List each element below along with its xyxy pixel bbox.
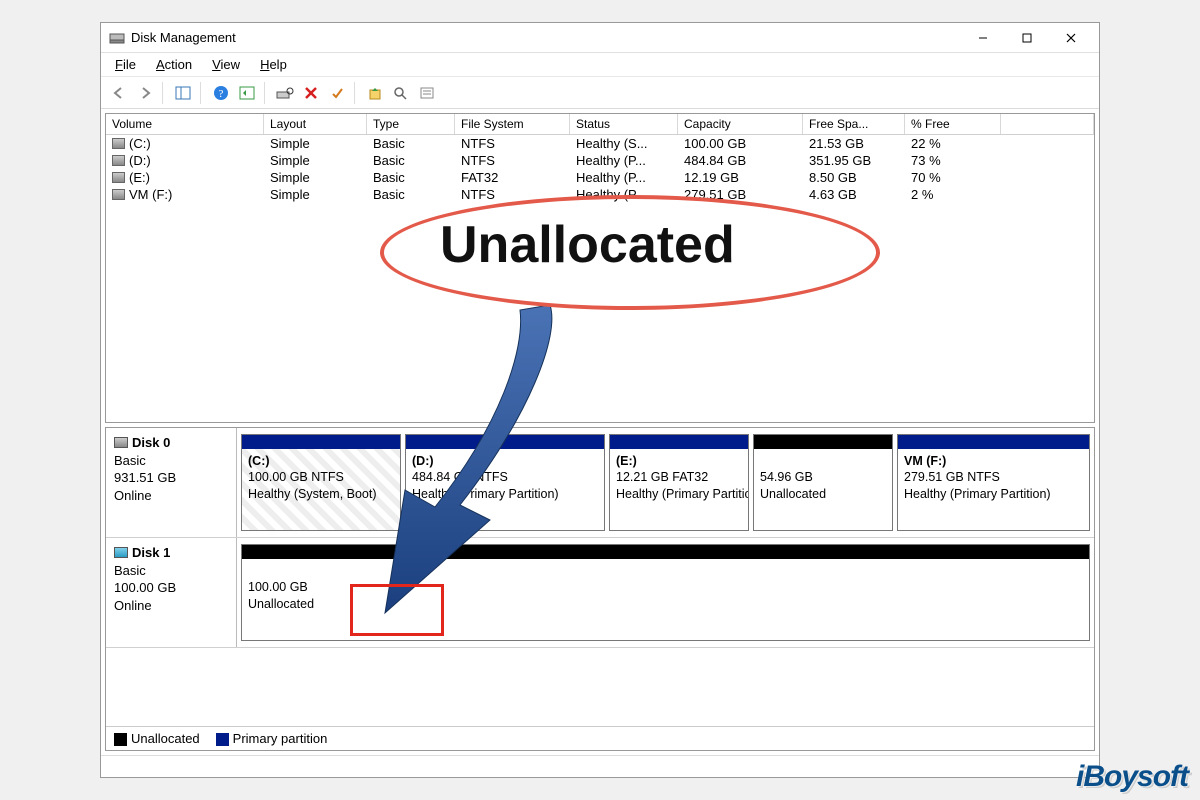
volume-row[interactable]: (E:) Simple Basic FAT32 Healthy (P... 12… [106, 169, 1094, 186]
delete-button[interactable] [299, 81, 323, 105]
settings-button[interactable] [273, 81, 297, 105]
toolbar-separator [354, 82, 358, 104]
menu-action[interactable]: Action [148, 55, 200, 74]
volume-list-header: Volume Layout Type File System Status Ca… [106, 114, 1094, 135]
volume-row[interactable]: VM (F:) Simple Basic NTFS Healthy (P... … [106, 186, 1094, 203]
disk-info[interactable]: Disk 0 Basic 931.51 GB Online [106, 428, 237, 537]
partition-header [406, 435, 604, 449]
partition-unallocated[interactable]: 54.96 GB Unallocated [753, 434, 893, 531]
back-button[interactable] [107, 81, 131, 105]
partition-header [898, 435, 1089, 449]
volume-list[interactable]: Volume Layout Type File System Status Ca… [105, 113, 1095, 423]
watermark: iBoysoft [1076, 760, 1188, 794]
drive-icon [112, 138, 125, 149]
col-pctfree[interactable]: % Free [905, 114, 1001, 134]
action-button-3[interactable] [415, 81, 439, 105]
maximize-button[interactable] [1005, 24, 1049, 52]
partition-f[interactable]: VM (F:) 279.51 GB NTFS Healthy (Primary … [897, 434, 1090, 531]
disk-row: Disk 1 Basic 100.00 GB Online 100.00 GB … [106, 538, 1094, 648]
menu-help[interactable]: Help [252, 55, 295, 74]
partition-c[interactable]: (C:) 100.00 GB NTFS Healthy (System, Boo… [241, 434, 401, 531]
menubar: File Action View Help [101, 53, 1099, 77]
refresh-button[interactable] [235, 81, 259, 105]
disk-management-window: Disk Management File Action View Help ? [100, 22, 1100, 778]
svg-text:?: ? [219, 88, 224, 100]
legend: Unallocated Primary partition [106, 726, 1094, 750]
menu-view[interactable]: View [204, 55, 248, 74]
toolbar-separator [200, 82, 204, 104]
menu-file[interactable]: File [107, 55, 144, 74]
volume-row[interactable]: (D:) Simple Basic NTFS Healthy (P... 484… [106, 152, 1094, 169]
col-spacer [1001, 114, 1094, 134]
col-type[interactable]: Type [367, 114, 455, 134]
titlebar[interactable]: Disk Management [101, 23, 1099, 53]
partition-header [242, 545, 1089, 559]
drive-icon [112, 155, 125, 166]
toolbar-separator [162, 82, 166, 104]
statusbar [101, 755, 1099, 777]
properties-button[interactable] [325, 81, 349, 105]
partition-unallocated[interactable]: 100.00 GB Unallocated [241, 544, 1090, 641]
toolbar-separator [264, 82, 268, 104]
forward-button[interactable] [133, 81, 157, 105]
app-icon [109, 30, 125, 46]
minimize-button[interactable] [961, 24, 1005, 52]
col-freespace[interactable]: Free Spa... [803, 114, 905, 134]
disk-info[interactable]: Disk 1 Basic 100.00 GB Online [106, 538, 237, 647]
drive-icon [112, 172, 125, 183]
partition-e[interactable]: (E:) 12.21 GB FAT32 Healthy (Primary Par… [609, 434, 749, 531]
col-filesystem[interactable]: File System [455, 114, 570, 134]
close-button[interactable] [1049, 24, 1093, 52]
partition-header [754, 435, 892, 449]
toolbar: ? [101, 77, 1099, 109]
disk-icon [114, 437, 128, 448]
action-button-2[interactable] [389, 81, 413, 105]
action-button-1[interactable] [363, 81, 387, 105]
graphical-disk-view[interactable]: Disk 0 Basic 931.51 GB Online (C:) 100.0… [105, 427, 1095, 751]
volume-row[interactable]: (C:) Simple Basic NTFS Healthy (S... 100… [106, 135, 1094, 152]
legend-swatch-unallocated [114, 733, 127, 746]
col-volume[interactable]: Volume [106, 114, 264, 134]
partition-bar: (C:) 100.00 GB NTFS Healthy (System, Boo… [237, 428, 1094, 537]
col-layout[interactable]: Layout [264, 114, 367, 134]
help-button[interactable]: ? [209, 81, 233, 105]
drive-icon [112, 189, 125, 200]
legend-swatch-primary [216, 733, 229, 746]
partition-bar: 100.00 GB Unallocated [237, 538, 1094, 647]
col-status[interactable]: Status [570, 114, 678, 134]
col-capacity[interactable]: Capacity [678, 114, 803, 134]
window-title: Disk Management [131, 30, 961, 45]
partition-header [242, 435, 400, 449]
partition-header [610, 435, 748, 449]
show-hide-tree-button[interactable] [171, 81, 195, 105]
disk-icon [114, 547, 128, 558]
content-area: Volume Layout Type File System Status Ca… [101, 109, 1099, 755]
disk-row: Disk 0 Basic 931.51 GB Online (C:) 100.0… [106, 428, 1094, 538]
partition-d[interactable]: (D:) 484.84 GB NTFS Healthy (Primary Par… [405, 434, 605, 531]
